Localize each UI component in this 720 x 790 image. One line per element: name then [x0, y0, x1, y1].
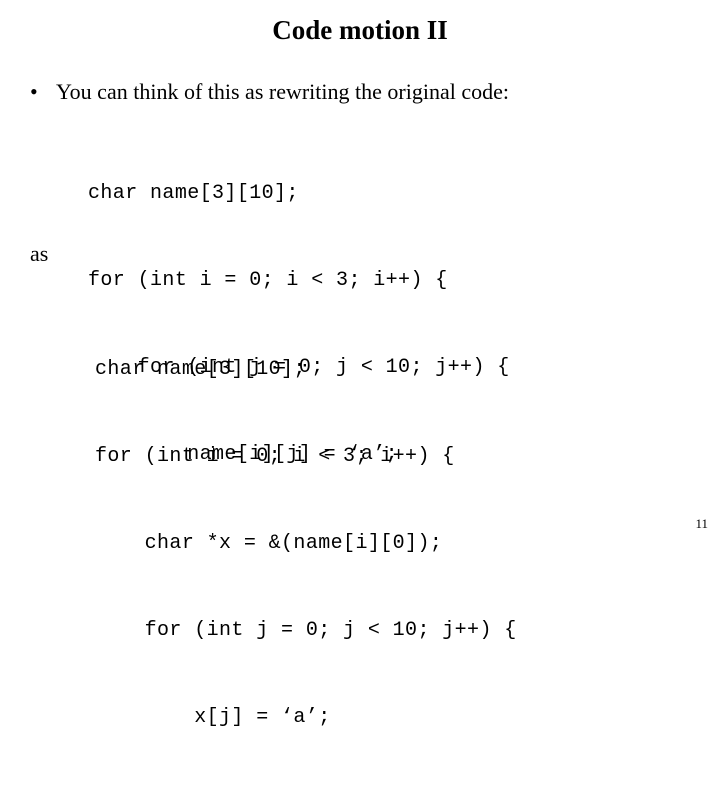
code-line: for (int i = 0; i < 3; i++) {	[88, 269, 448, 292]
bullet-item: • You can think of this as rewriting the…	[30, 78, 700, 106]
bullet-marker-icon: •	[30, 79, 38, 104]
connector-label: as	[30, 241, 49, 266]
code-line: for (int j = 0; j < 10; j++) {	[95, 619, 517, 642]
slide: Code motion II • You can think of this a…	[0, 0, 720, 729]
page-number: 11	[695, 516, 708, 531]
code-block-rewritten: char name[3][10]; for (int i = 0; i < 3;…	[95, 297, 517, 790]
code-line: x[j] = ‘a’;	[95, 706, 331, 729]
bullet-item-label: You can think of this as rewriting the o…	[56, 79, 509, 104]
code-line: char name[3][10];	[88, 182, 299, 205]
code-line: char name[3][10];	[95, 358, 306, 381]
code-line: char *x = &(name[i][0]);	[95, 532, 443, 555]
page-title: Code motion II	[272, 15, 448, 45]
code-line: for (int i = 0; i < 3; i++) {	[95, 445, 455, 468]
